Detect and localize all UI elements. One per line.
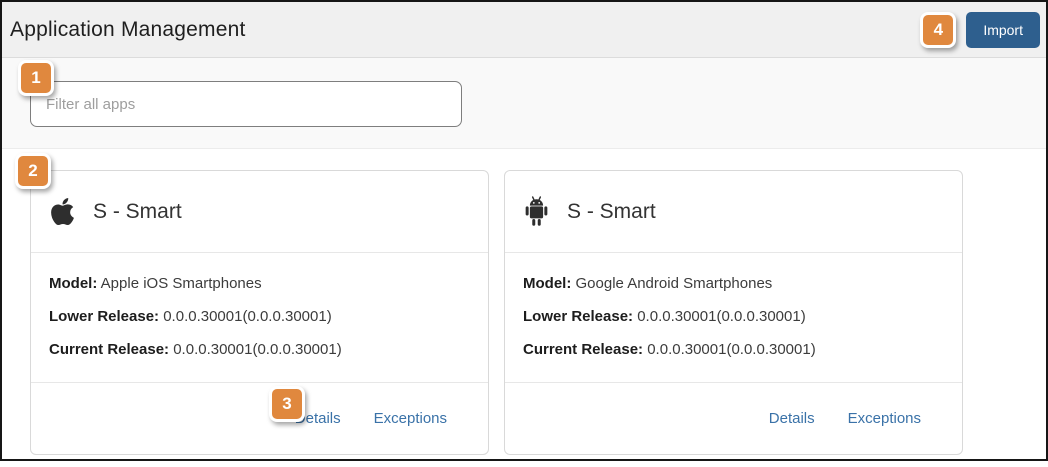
- filter-apps-input[interactable]: [30, 81, 462, 127]
- model-field: Model: Google Android Smartphones: [523, 274, 944, 294]
- card-header: S - Smart: [505, 171, 962, 253]
- screenshot-frame: Application Management 4 Import S - Smar…: [0, 0, 1048, 461]
- callout-badge-1: 1: [18, 60, 54, 96]
- exceptions-link[interactable]: Exceptions: [374, 410, 447, 427]
- card-body: Model: Apple iOS Smartphones Lower Relea…: [31, 253, 488, 382]
- model-label: Model:: [523, 275, 572, 292]
- current-release-label: Current Release:: [49, 341, 170, 358]
- details-link[interactable]: Details: [769, 410, 815, 427]
- apple-icon: [49, 196, 76, 227]
- current-release-field: Current Release: 0.0.0.30001(0.0.0.30001…: [523, 340, 944, 360]
- model-label: Model:: [49, 275, 98, 292]
- application-management-page: Application Management 4 Import S - Smar…: [0, 0, 1048, 467]
- topbar-actions: 4 Import: [920, 11, 1040, 48]
- lower-release-label: Lower Release:: [523, 308, 634, 325]
- current-release-value: 0.0.0.30001(0.0.0.30001): [647, 341, 816, 358]
- current-release-field: Current Release: 0.0.0.30001(0.0.0.30001…: [49, 340, 470, 360]
- app-cards-row: S - Smart Model: Apple iOS Smartphones L…: [2, 149, 1046, 455]
- lower-release-field: Lower Release: 0.0.0.30001(0.0.0.30001): [523, 307, 944, 327]
- model-value: Apple iOS Smartphones: [100, 275, 262, 292]
- app-card-android: S - Smart Model: Google Android Smartpho…: [504, 170, 963, 455]
- app-card-ios: S - Smart Model: Apple iOS Smartphones L…: [30, 170, 489, 455]
- callout-badge-2: 2: [15, 153, 51, 189]
- lower-release-field: Lower Release: 0.0.0.30001(0.0.0.30001): [49, 307, 470, 327]
- model-field: Model: Apple iOS Smartphones: [49, 274, 470, 294]
- model-value: Google Android Smartphones: [575, 275, 773, 292]
- callout-badge-4: 4: [920, 11, 957, 48]
- top-bar: Application Management 4 Import: [2, 2, 1046, 58]
- lower-release-label: Lower Release:: [49, 308, 160, 325]
- filter-section: [2, 58, 1046, 149]
- card-title: S - Smart: [567, 199, 656, 223]
- import-button[interactable]: Import: [966, 11, 1040, 48]
- page-title: Application Management: [10, 17, 246, 41]
- callout-badge-3: 3: [269, 386, 305, 422]
- card-title: S - Smart: [93, 199, 182, 223]
- card-body: Model: Google Android Smartphones Lower …: [505, 253, 962, 382]
- card-footer: Details Exceptions: [505, 382, 962, 454]
- current-release-value: 0.0.0.30001(0.0.0.30001): [173, 341, 342, 358]
- current-release-label: Current Release:: [523, 341, 644, 358]
- card-footer: Details Exceptions: [31, 382, 488, 454]
- exceptions-link[interactable]: Exceptions: [848, 410, 921, 427]
- lower-release-value: 0.0.0.30001(0.0.0.30001): [163, 308, 332, 325]
- card-header: S - Smart: [31, 171, 488, 253]
- android-icon: [523, 196, 550, 227]
- lower-release-value: 0.0.0.30001(0.0.0.30001): [637, 308, 806, 325]
